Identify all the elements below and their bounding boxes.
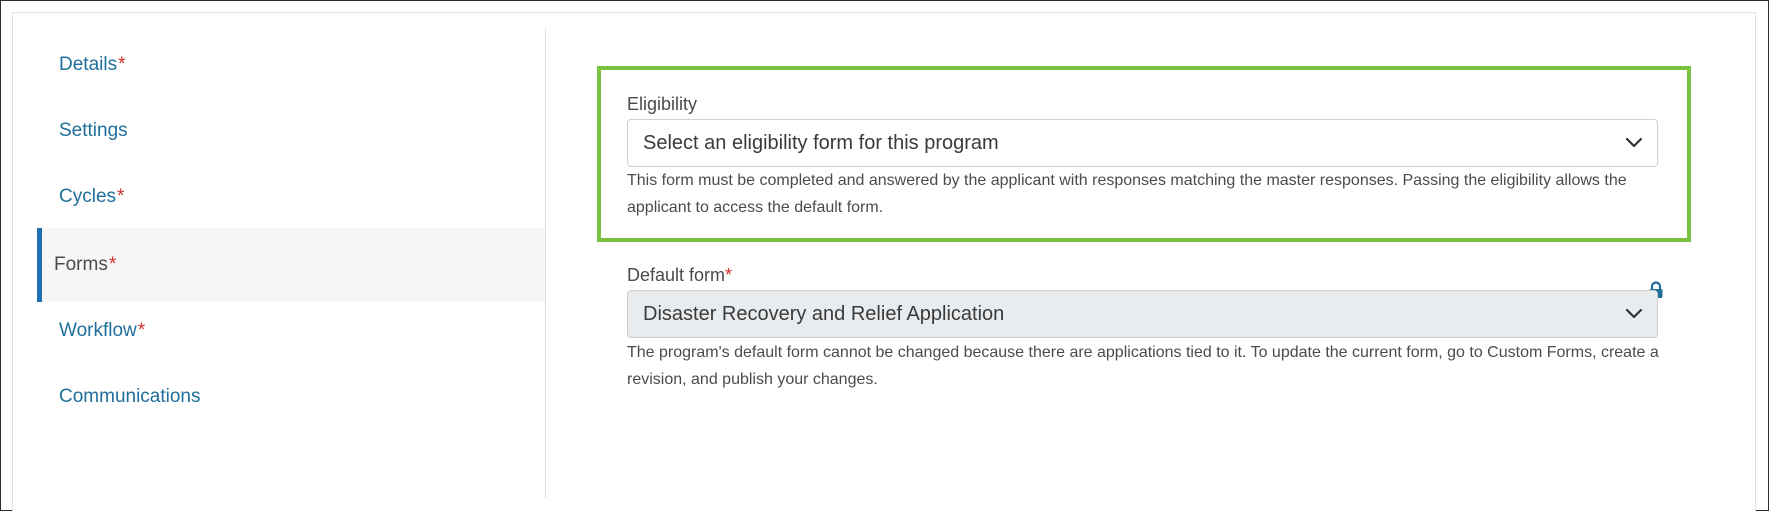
eligibility-label-text: Eligibility xyxy=(627,94,698,114)
sidebar-item-details[interactable]: Details * xyxy=(37,28,545,102)
default-form-select: Disaster Recovery and Relief Application xyxy=(627,290,1658,338)
eligibility-select-value: Select an eligibility form for this prog… xyxy=(643,131,999,154)
sidebar-item-label: Forms xyxy=(54,254,108,275)
sidebar-item-cycles[interactable]: Cycles * xyxy=(37,160,545,234)
sidebar-item-settings[interactable]: Settings xyxy=(37,94,545,168)
default-form-select-value: Disaster Recovery and Relief Application xyxy=(643,302,1005,325)
sidebar-item-label: Communications xyxy=(59,386,201,407)
default-form-help-text: The program's default form cannot be cha… xyxy=(627,344,1659,388)
sidebar-item-label: Workflow xyxy=(59,320,137,341)
sidebar-item-label: Details xyxy=(59,54,118,75)
sidebar-item-workflow[interactable]: Workflow * xyxy=(37,294,545,368)
chevron-down-icon xyxy=(1625,308,1643,319)
chevron-down-icon xyxy=(1625,137,1643,148)
required-marker: * xyxy=(108,254,117,275)
default-form-label-text: Default form xyxy=(627,265,726,285)
sidebar-item-label: Cycles xyxy=(59,186,117,207)
sidebar-item-communications[interactable]: Communications xyxy=(37,360,545,434)
eligibility-label: Eligibility xyxy=(627,94,697,115)
required-marker: * xyxy=(137,320,146,341)
sidebar-item-forms[interactable]: Forms * xyxy=(37,228,545,302)
sidebar-nav: Details * Settings Cycles * Forms * Workflo… xyxy=(25,28,546,498)
sidebar-item-label: Settings xyxy=(59,120,128,141)
eligibility-help-text: This form must be completed and answered… xyxy=(627,172,1627,216)
required-marker: * xyxy=(118,54,126,75)
eligibility-select[interactable]: Select an eligibility form for this prog… xyxy=(627,119,1658,167)
required-marker: * xyxy=(725,265,733,285)
default-form-label: Default form* xyxy=(627,265,732,286)
required-marker: * xyxy=(117,186,125,207)
